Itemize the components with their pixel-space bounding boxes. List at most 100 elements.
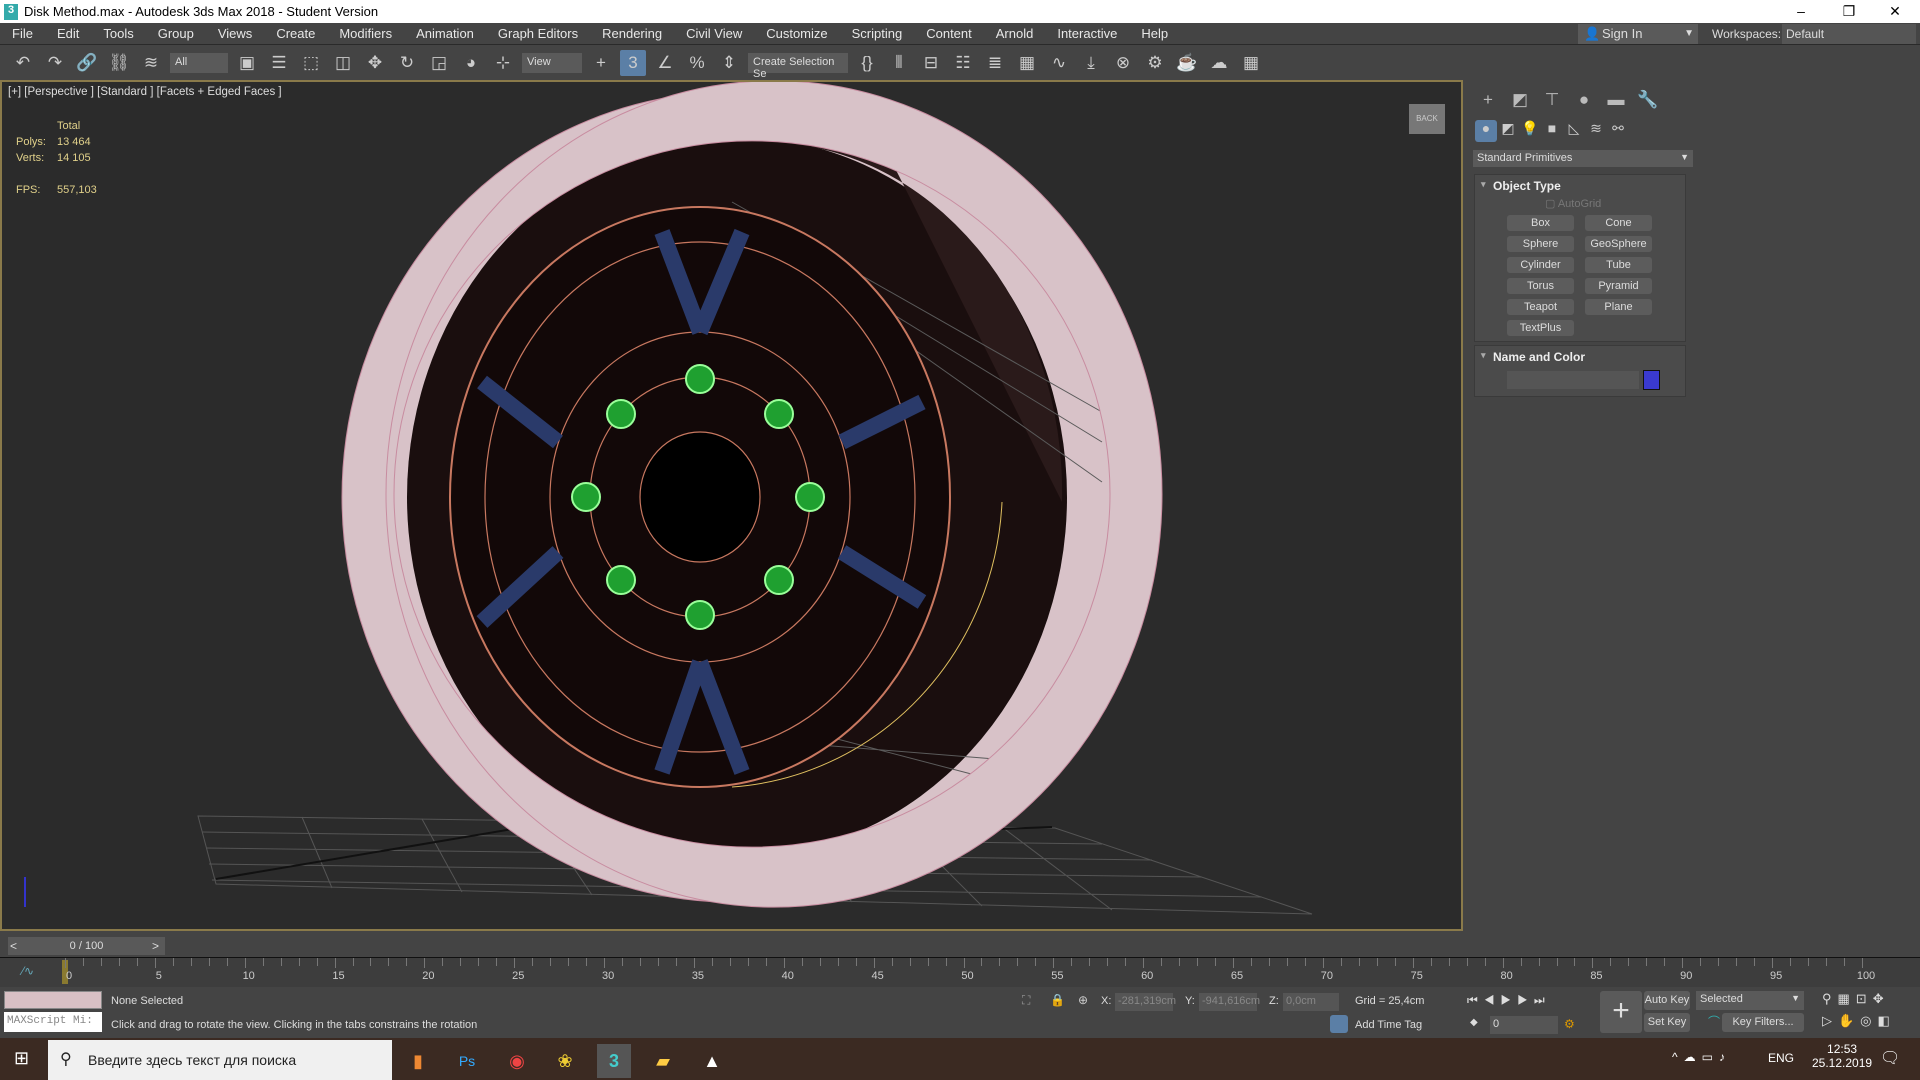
- percent-snap-icon[interactable]: ∠: [652, 50, 678, 76]
- menu-edit[interactable]: Edit: [45, 26, 91, 41]
- taskbar-app-explorer[interactable]: ▰: [646, 1044, 680, 1078]
- display-icon[interactable]: ▬: [1603, 90, 1629, 112]
- redo-icon[interactable]: ↷: [42, 50, 68, 76]
- create-geosphere-button[interactable]: GeoSphere: [1585, 236, 1652, 252]
- viewport-label[interactable]: [+] [Perspective ] [Standard ] [Facets +…: [8, 86, 282, 98]
- taskbar-app-chrome[interactable]: ◉: [500, 1044, 534, 1078]
- y-coordinate-field[interactable]: -941,616cm: [1199, 993, 1260, 1011]
- taskbar-app-photos[interactable]: ▲: [695, 1044, 729, 1078]
- create-cylinder-button[interactable]: Cylinder: [1507, 257, 1574, 273]
- maxscript-listener-input[interactable]: MAXScript Mi:: [4, 1012, 102, 1032]
- select-object-icon[interactable]: ▣: [234, 50, 260, 76]
- scene-explorer-icon[interactable]: ⊟: [918, 50, 944, 76]
- taskbar-app-3dsmax[interactable]: 3: [597, 1044, 631, 1078]
- timeline-ruler[interactable]: ⁄∿ 0 5 10 15 20 25 30 35 40 45 50 55 60 65 70 75 80 85 90 9…: [0, 957, 1920, 987]
- bind-space-warp-icon[interactable]: ≋: [138, 50, 164, 76]
- ribbon-icon[interactable]: ≣: [982, 50, 1008, 76]
- viewport-nav-controls[interactable]: ⚲▦⊡✥: [1822, 991, 1890, 1007]
- next-frame-button[interactable]: >: [152, 939, 159, 953]
- viewport-nav-controls-2[interactable]: ▷✋◎◧: [1822, 1013, 1896, 1029]
- time-tag-icon[interactable]: [1330, 1015, 1348, 1033]
- schematic-icon[interactable]: ∿: [1046, 50, 1072, 76]
- menu-graph-editors[interactable]: Graph Editors: [486, 26, 590, 41]
- cameras-icon[interactable]: ■: [1541, 120, 1563, 142]
- create-cone-button[interactable]: Cone: [1585, 215, 1652, 231]
- menu-arnold[interactable]: Arnold: [984, 26, 1046, 41]
- menu-create[interactable]: Create: [264, 26, 327, 41]
- rotate-icon[interactable]: ↻: [394, 50, 420, 76]
- menu-customize[interactable]: Customize: [754, 26, 839, 41]
- viewcube[interactable]: BACK: [1409, 104, 1445, 134]
- tray-icons[interactable]: ^☁▭♪: [1672, 1050, 1731, 1064]
- unlink-icon[interactable]: ⛓: [106, 50, 132, 76]
- key-mode-dropdown[interactable]: Selected ▼: [1696, 991, 1804, 1010]
- render-icon[interactable]: ☕: [1174, 50, 1200, 76]
- placement-icon[interactable]: ◕: [458, 50, 484, 76]
- menu-group[interactable]: Group: [146, 26, 206, 41]
- taskbar-app-winrar[interactable]: ▮: [401, 1044, 435, 1078]
- clock[interactable]: 12:53 25.12.2019: [1812, 1042, 1872, 1070]
- material-editor-icon[interactable]: ⤓: [1078, 50, 1104, 76]
- named-selection-set-dropdown[interactable]: Create Selection Se: [748, 53, 848, 80]
- systems-icon[interactable]: ⚯: [1607, 120, 1629, 142]
- start-button[interactable]: ⊞: [14, 1048, 29, 1069]
- rendered-frame-icon[interactable]: ⚙: [1142, 50, 1168, 76]
- window-crossing-icon[interactable]: ◫: [330, 50, 356, 76]
- curve-editor-toggle-icon[interactable]: ⁄∿: [22, 964, 34, 978]
- object-color-swatch[interactable]: [1643, 370, 1660, 390]
- modify-icon[interactable]: ◩: [1507, 90, 1533, 112]
- default-tangents-icon[interactable]: ⌒: [1708, 1013, 1720, 1030]
- layer-explorer-icon[interactable]: ☷: [950, 50, 976, 76]
- motion-icon[interactable]: ●: [1571, 90, 1597, 112]
- link-icon[interactable]: 🔗: [74, 50, 100, 76]
- language-indicator[interactable]: ENG: [1768, 1051, 1794, 1065]
- current-frame-field[interactable]: 0: [1490, 1016, 1558, 1034]
- create-sphere-button[interactable]: Sphere: [1507, 236, 1574, 252]
- primitive-type-dropdown[interactable]: Standard Primitives ▼: [1473, 150, 1693, 167]
- viewport-layout-icon[interactable]: ▦: [1238, 50, 1264, 76]
- x-coordinate-field[interactable]: -281,319cm: [1115, 993, 1176, 1011]
- create-icon[interactable]: +: [1475, 90, 1501, 112]
- playback-controls[interactable]: ⏮◀▶▶⏭: [1467, 993, 1551, 1008]
- edit-named-sets-icon[interactable]: ⇕: [716, 50, 742, 76]
- z-coordinate-field[interactable]: 0,0cm: [1283, 993, 1339, 1011]
- curve-editor-icon[interactable]: ▦: [1014, 50, 1040, 76]
- reference-coordinate-dropdown[interactable]: View: [522, 53, 582, 73]
- create-textplus-button[interactable]: TextPlus: [1507, 320, 1574, 336]
- menu-content[interactable]: Content: [914, 26, 984, 41]
- key-filters-button[interactable]: Key Filters...: [1722, 1013, 1804, 1032]
- create-pyramid-button[interactable]: Pyramid: [1585, 278, 1652, 294]
- time-config-icon[interactable]: ⚙: [1564, 1017, 1575, 1031]
- prev-frame-button[interactable]: <: [10, 939, 17, 953]
- sign-in-button[interactable]: 👤 Sign In ▼: [1578, 24, 1698, 44]
- spinner-snap-icon[interactable]: %: [684, 50, 710, 76]
- object-name-input[interactable]: [1507, 371, 1639, 389]
- menu-civil-view[interactable]: Civil View: [674, 26, 754, 41]
- close-button[interactable]: ✕: [1872, 0, 1918, 23]
- workspaces-dropdown[interactable]: Default: [1782, 24, 1916, 44]
- menu-scripting[interactable]: Scripting: [840, 26, 915, 41]
- object-type-header[interactable]: Object Type: [1475, 175, 1685, 193]
- undo-icon[interactable]: ↶: [10, 50, 36, 76]
- set-keys-button[interactable]: +: [1600, 991, 1642, 1033]
- maximize-button[interactable]: ❐: [1826, 0, 1872, 23]
- name-color-header[interactable]: Name and Color: [1475, 346, 1685, 364]
- taskbar-app-photoshop[interactable]: Ps: [450, 1044, 484, 1078]
- render-cloud-icon[interactable]: ☁: [1206, 50, 1232, 76]
- create-tube-button[interactable]: Tube: [1585, 257, 1652, 273]
- pivot-icon[interactable]: ⊹: [490, 50, 516, 76]
- selection-filter-dropdown[interactable]: All: [170, 53, 228, 73]
- menu-rendering[interactable]: Rendering: [590, 26, 674, 41]
- space-warps-icon[interactable]: ≋: [1585, 120, 1607, 142]
- render-setup-icon[interactable]: ⊗: [1110, 50, 1136, 76]
- autogrid-checkbox[interactable]: ▢ AutoGrid: [1545, 197, 1601, 210]
- shapes-icon[interactable]: ◩: [1497, 120, 1519, 142]
- snap-icon[interactable]: +: [588, 50, 614, 76]
- create-plane-button[interactable]: Plane: [1585, 299, 1652, 315]
- time-slider[interactable]: 0 / 100: [8, 937, 165, 955]
- taskbar-app-fl-studio[interactable]: ❀: [548, 1044, 582, 1078]
- set-key-button[interactable]: Set Key: [1644, 1013, 1690, 1032]
- lights-icon[interactable]: 💡: [1519, 120, 1541, 142]
- menu-help[interactable]: Help: [1129, 26, 1180, 41]
- auto-key-button[interactable]: Auto Key: [1644, 991, 1690, 1010]
